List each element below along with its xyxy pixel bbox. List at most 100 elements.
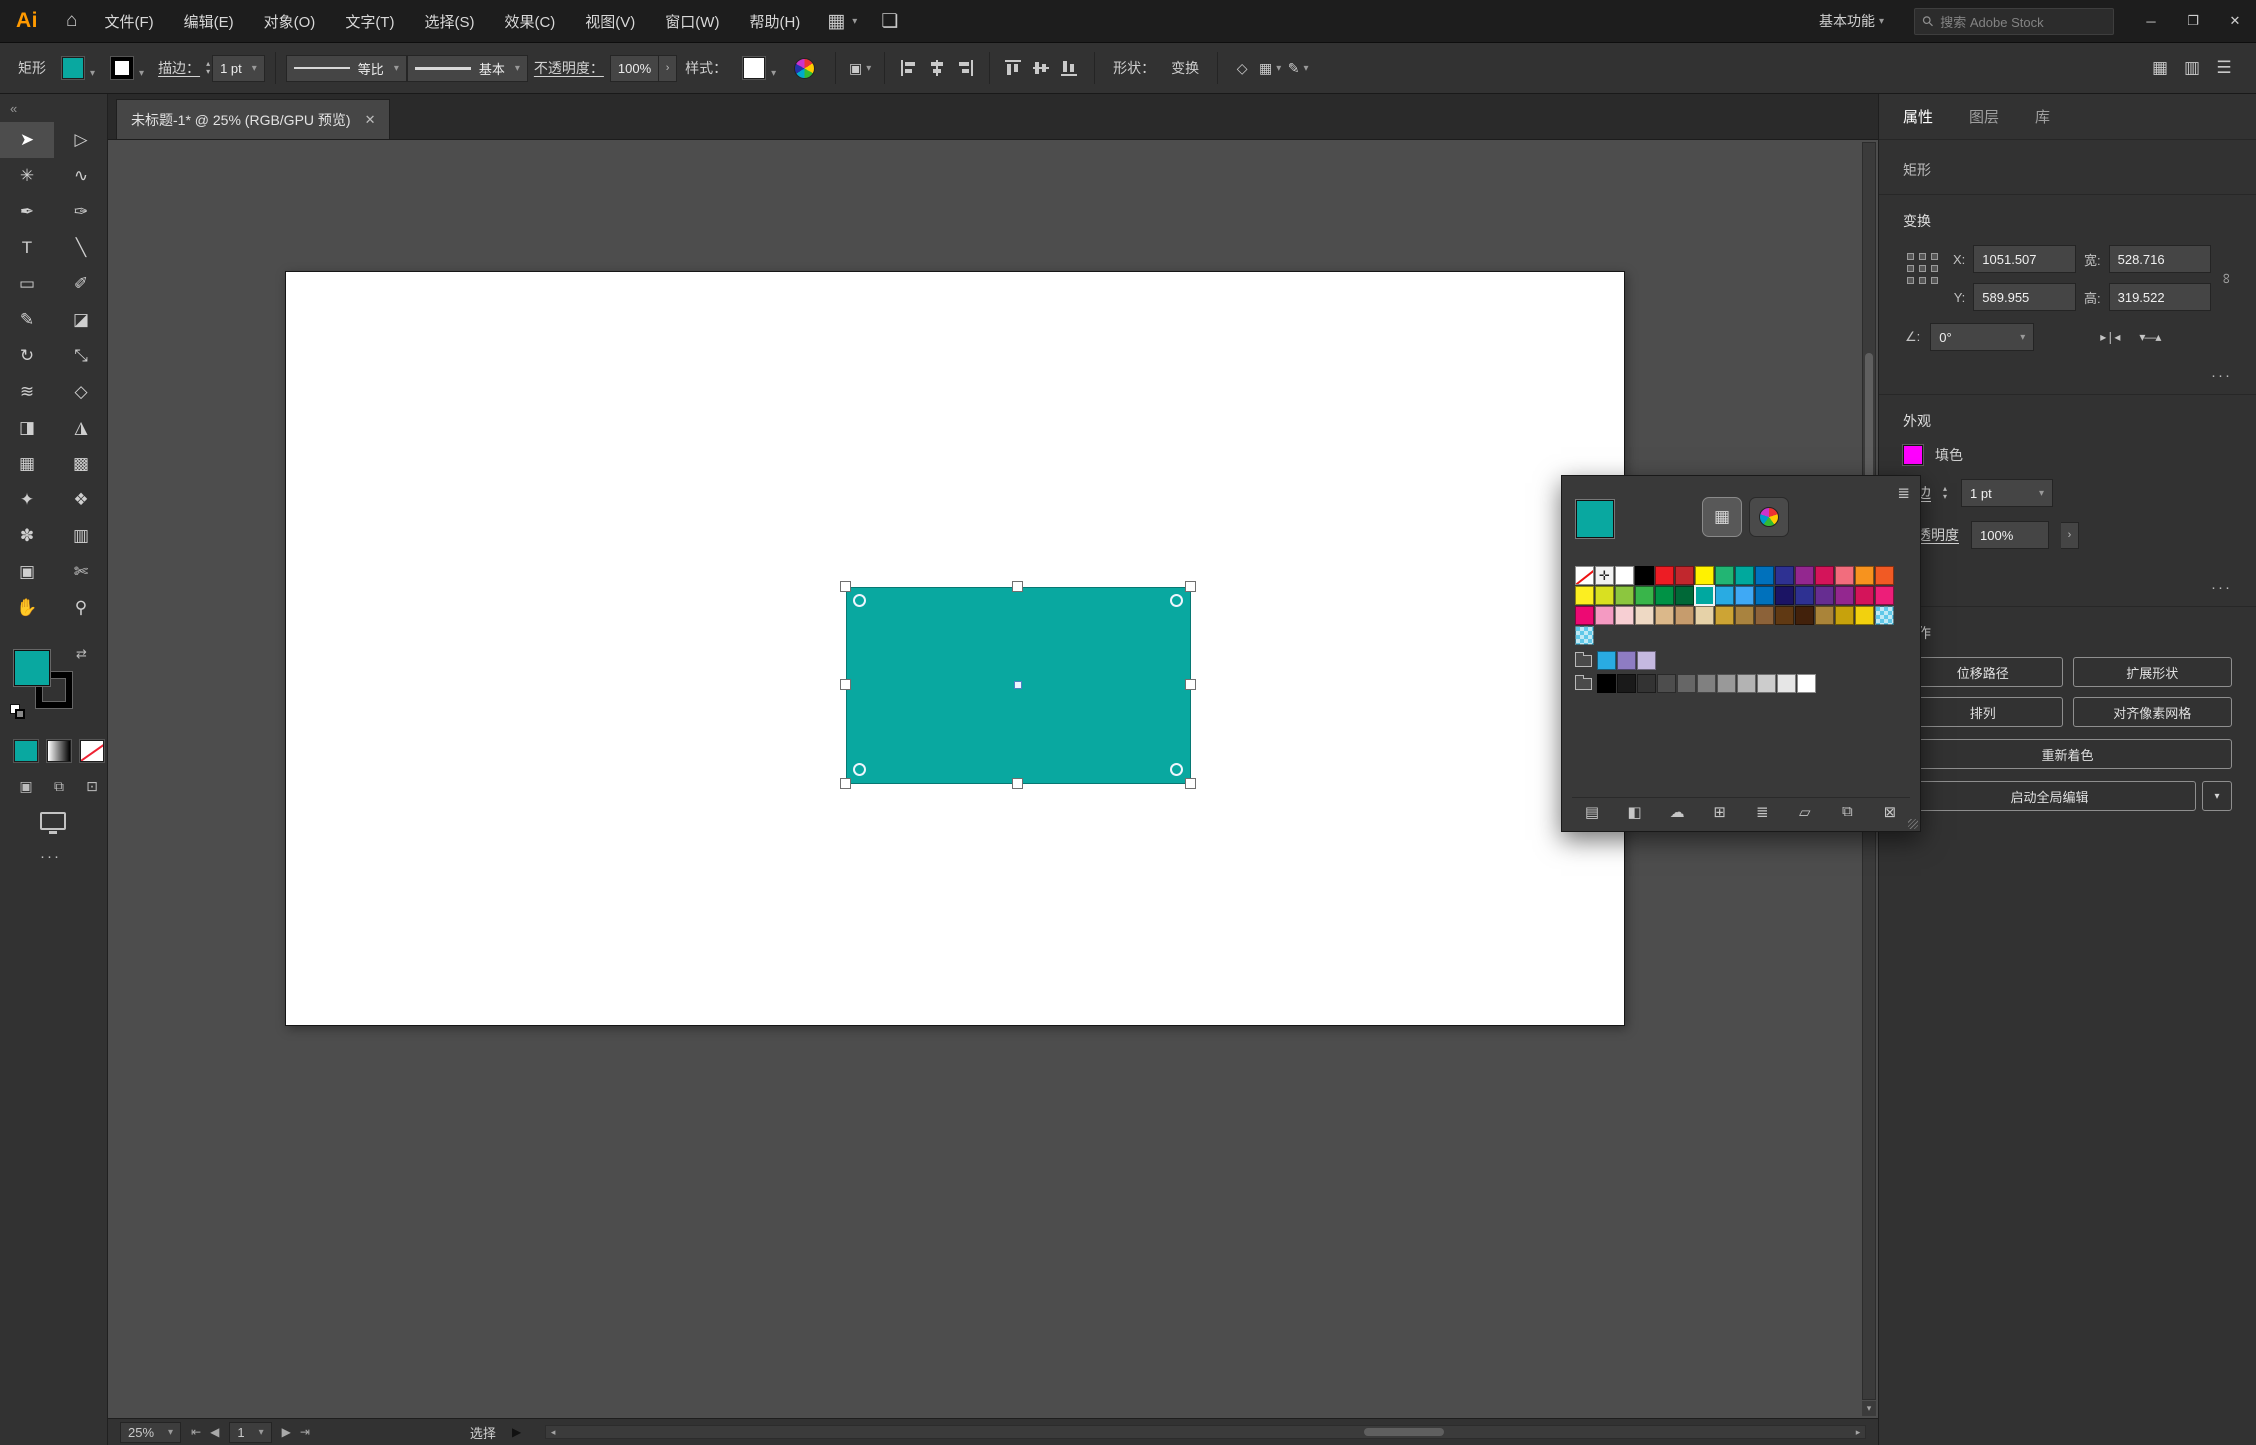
- selection-handle-bottom-left[interactable]: [840, 778, 851, 789]
- swatch-pattern[interactable]: [1575, 626, 1594, 645]
- slice-tool[interactable]: ✄: [54, 554, 108, 590]
- magic-wand-tool[interactable]: ✳: [0, 158, 54, 194]
- type-tool[interactable]: T: [0, 230, 54, 266]
- swatch[interactable]: [1595, 586, 1614, 605]
- swatch[interactable]: [1855, 586, 1874, 605]
- edit-appearance-icon[interactable]: ✎ ▾: [1284, 53, 1312, 83]
- selection-handle-middle-left[interactable]: [840, 679, 851, 690]
- expand-shape-button[interactable]: 扩展形状: [2072, 657, 2232, 687]
- align-right-icon[interactable]: [951, 53, 979, 83]
- last-artboard-icon[interactable]: ⇥: [300, 1425, 310, 1439]
- selection-handle-bottom-right[interactable]: [1185, 778, 1196, 789]
- swatches-view-button[interactable]: ▦: [1702, 497, 1742, 537]
- swatch[interactable]: [1775, 586, 1794, 605]
- swatch[interactable]: [1717, 674, 1736, 693]
- default-fill-stroke-icon[interactable]: [10, 704, 26, 720]
- panel-tab-layers[interactable]: 图层: [1969, 106, 1999, 127]
- arrange-documents-icon[interactable]: ▦ ▾: [815, 10, 869, 33]
- swatch[interactable]: [1815, 606, 1834, 625]
- direct-selection-tool[interactable]: ▷: [54, 122, 108, 158]
- color-group-folder-icon[interactable]: [1575, 651, 1592, 667]
- new-swatch-icon[interactable]: ⧉: [1835, 803, 1859, 820]
- selection-handle-bottom-center[interactable]: [1012, 778, 1023, 789]
- align-bottom-icon[interactable]: [1056, 53, 1084, 83]
- popup-resize-grip[interactable]: [1908, 819, 1918, 829]
- swatch[interactable]: [1755, 586, 1774, 605]
- stroke-weight-dropdown[interactable]: 1 pt ▾: [212, 54, 265, 82]
- swatch[interactable]: [1694, 585, 1715, 606]
- none-fill-button[interactable]: [80, 740, 104, 762]
- swatch[interactable]: [1655, 566, 1674, 585]
- curvature-tool[interactable]: ✑: [54, 194, 108, 230]
- pathfinder-icon[interactable]: ▦ ▾: [1256, 53, 1284, 83]
- workspace-switcher[interactable]: 基本功能 ▾: [1805, 11, 1898, 31]
- panel-columns-icon[interactable]: ▥: [2178, 53, 2206, 83]
- swatch-pattern[interactable]: [1875, 606, 1894, 625]
- object-center-point[interactable]: [1014, 681, 1022, 689]
- swatch[interactable]: [1775, 566, 1794, 585]
- new-folder-icon[interactable]: ▱: [1793, 803, 1817, 821]
- minimize-button[interactable]: ─: [2130, 0, 2172, 43]
- opacity-link[interactable]: 不透明度：: [534, 58, 604, 78]
- new-color-group-icon[interactable]: ⊞: [1708, 803, 1732, 821]
- swatch[interactable]: [1635, 606, 1654, 625]
- first-artboard-icon[interactable]: ⇤: [191, 1425, 201, 1439]
- swatch[interactable]: [1675, 566, 1694, 585]
- close-button[interactable]: ✕: [2214, 0, 2256, 43]
- artboard-number-dropdown[interactable]: 1 ▾: [229, 1421, 272, 1443]
- fill-color-control[interactable]: ▾: [62, 57, 95, 79]
- recolor-artwork-icon[interactable]: [794, 57, 816, 79]
- start-global-edit-button[interactable]: 启动全局编辑: [1903, 781, 2196, 811]
- swatch-none[interactable]: [1575, 566, 1594, 585]
- stepper-down-icon[interactable]: ▾: [206, 68, 210, 76]
- swatch[interactable]: [1755, 566, 1774, 585]
- scroll-left-icon[interactable]: ◂: [546, 1426, 560, 1438]
- swatch[interactable]: [1757, 674, 1776, 693]
- swatch[interactable]: [1777, 674, 1796, 693]
- blend-tool[interactable]: ❖: [54, 482, 108, 518]
- share-document-icon[interactable]: ❏: [869, 10, 910, 33]
- free-transform-tool[interactable]: ◇: [54, 374, 108, 410]
- stroke-weight-stepper[interactable]: ▴ ▾: [206, 60, 210, 76]
- swatch[interactable]: [1615, 606, 1634, 625]
- free-transform-icon[interactable]: ◇: [1228, 53, 1256, 83]
- swatch[interactable]: [1637, 674, 1656, 693]
- recolor-button[interactable]: 重新着色: [1903, 739, 2232, 769]
- corner-widget-bottom-right[interactable]: [1170, 763, 1183, 776]
- align-pixel-grid-button[interactable]: 对齐像素网格: [2072, 697, 2232, 727]
- status-menu-icon[interactable]: ▶: [512, 1425, 521, 1439]
- opacity-field[interactable]: 100%: [1971, 521, 2049, 549]
- stroke-color-swatch[interactable]: [111, 57, 134, 79]
- swatch[interactable]: [1755, 606, 1774, 625]
- illustrator-logo[interactable]: Ai: [0, 9, 54, 33]
- panel-tab-libraries[interactable]: 库: [2035, 106, 2050, 127]
- rotate-tool[interactable]: ↻: [0, 338, 54, 374]
- selection-handle-middle-right[interactable]: [1185, 679, 1196, 690]
- flip-horizontal-icon[interactable]: ▸❘◂: [2100, 330, 2120, 344]
- paintbrush-tool[interactable]: ✐: [54, 266, 108, 302]
- swatch[interactable]: [1715, 606, 1734, 625]
- stroke-color-control[interactable]: ▾: [111, 57, 144, 79]
- style-dropdown[interactable]: ▾: [743, 57, 776, 79]
- swatch[interactable]: [1597, 651, 1616, 670]
- delete-swatch-icon[interactable]: ⊠: [1878, 803, 1902, 821]
- width-tool[interactable]: ≋: [0, 374, 54, 410]
- x-field[interactable]: 1051.507: [1973, 245, 2076, 273]
- swatch[interactable]: [1715, 586, 1734, 605]
- gradient-fill-button[interactable]: [47, 740, 71, 762]
- stroke-weight-dropdown[interactable]: 1 pt ▾: [1961, 479, 2054, 507]
- swatch[interactable]: [1695, 566, 1714, 585]
- swatch[interactable]: [1615, 566, 1634, 585]
- show-swatch-kinds-icon[interactable]: ◧: [1623, 803, 1647, 821]
- width-field[interactable]: 528.716: [2108, 245, 2212, 273]
- swatch[interactable]: [1595, 606, 1614, 625]
- swatch[interactable]: [1697, 674, 1716, 693]
- rectangle-tool[interactable]: ▭: [0, 266, 54, 302]
- swatch[interactable]: [1675, 606, 1694, 625]
- perspective-grid-tool[interactable]: ◮: [54, 410, 108, 446]
- panel-grid-icon[interactable]: ▦: [2146, 53, 2174, 83]
- color-mixer-view-button[interactable]: [1749, 497, 1789, 537]
- swatch[interactable]: [1715, 566, 1734, 585]
- reference-point-widget[interactable]: [1903, 249, 1943, 289]
- swatch[interactable]: [1795, 606, 1814, 625]
